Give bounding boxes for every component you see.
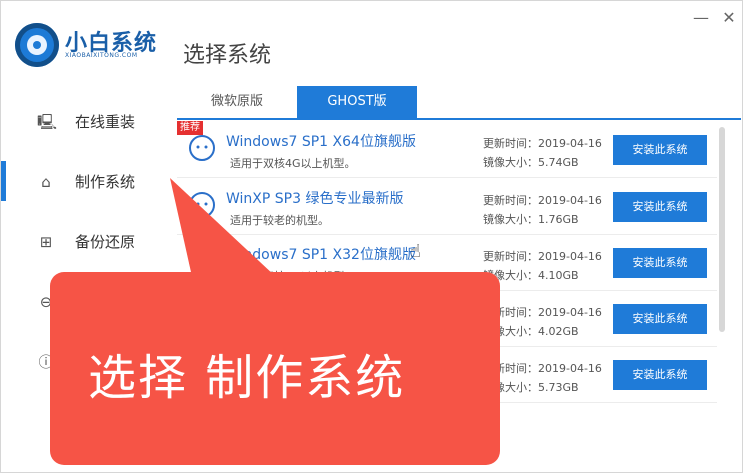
list-item: 推荐 Windows7 SP1 X64位旗舰版 适用于双核4G以上机型。 更新时… <box>177 121 717 178</box>
image-size: 镜像大小：1.76GB <box>483 213 579 226</box>
system-tabs: 微软原版 GHOST版 <box>177 86 741 120</box>
list-item: WinXP SP3 绿色专业最新版 适用于较老的机型。 更新时间：2019-04… <box>177 178 717 235</box>
sidebar-item-backup-restore[interactable]: ⊞ 备份还原 <box>1 213 171 269</box>
update-time: 更新时间：2019-04-16 <box>483 137 602 150</box>
tab-microsoft-original[interactable]: 微软原版 <box>177 86 297 118</box>
sidebar-item-label: 备份还原 <box>75 233 136 251</box>
sidebar-item-online-reinstall[interactable]: 🖳 在线重装 <box>1 93 171 149</box>
recommend-badge: 推荐 <box>177 121 203 135</box>
system-name[interactable]: Windows7 SP1 X64位旗舰版 <box>226 131 416 151</box>
grid-icon: ⊞ <box>39 233 53 251</box>
hand-cursor-icon: ☝ <box>410 241 421 262</box>
system-name[interactable]: WinXP SP3 绿色专业最新版 <box>226 188 403 208</box>
brand-subtitle: XIAOBAIXITONG.COM <box>65 52 138 59</box>
sidebar-item-label: 制作系统 <box>75 173 136 191</box>
update-time: 更新时间：2019-04-16 <box>483 306 602 319</box>
list-scrollbar[interactable] <box>719 127 725 332</box>
usb-icon: ⌂ <box>41 173 51 191</box>
page-title: 选择系统 <box>183 43 272 68</box>
sidebar-item-label: 在线重装 <box>75 113 136 131</box>
cloud-icon <box>189 192 215 218</box>
install-button[interactable]: 安装此系统 <box>613 304 707 334</box>
sidebar-item-make-system[interactable]: ⌂ 制作系统 <box>1 153 171 209</box>
update-time: 更新时间：2019-04-16 <box>483 194 602 207</box>
install-button[interactable]: 安装此系统 <box>613 135 707 165</box>
cloud-icon <box>189 135 215 161</box>
install-button[interactable]: 安装此系统 <box>613 360 707 390</box>
close-button[interactable]: ✕ <box>719 9 739 27</box>
logo-icon <box>15 23 59 67</box>
minimize-button[interactable]: — <box>691 9 711 27</box>
system-desc: 适用于双核4G以上机型。 <box>230 157 356 170</box>
image-size: 镜像大小：5.74GB <box>483 156 579 169</box>
system-desc: 适用于较老的机型。 <box>230 214 329 227</box>
update-time: 更新时间：2019-04-16 <box>483 362 602 375</box>
update-time: 更新时间：2019-04-16 <box>483 250 602 263</box>
system-name[interactable]: Windows7 SP1 X32位旗舰版 <box>226 244 416 264</box>
install-button[interactable]: 安装此系统 <box>613 248 707 278</box>
active-indicator <box>1 161 6 201</box>
tab-ghost[interactable]: GHOST版 <box>297 86 417 118</box>
callout-text: 选择 制作系统 <box>88 350 406 406</box>
install-button[interactable]: 安装此系统 <box>613 192 707 222</box>
monitor-icon: 🖳 <box>37 113 58 131</box>
